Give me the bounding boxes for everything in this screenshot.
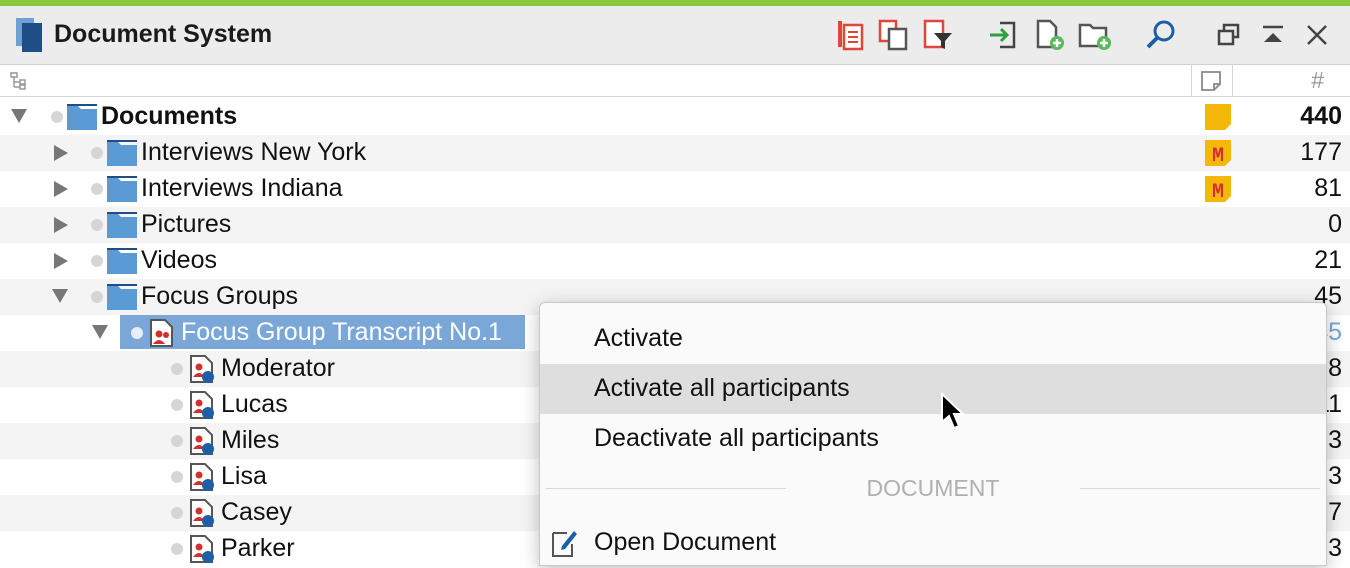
- menu-item-label: Open Document: [594, 528, 777, 556]
- participant-icon: [190, 535, 214, 563]
- tree-row-label: Miles: [221, 426, 280, 454]
- participant-icon: [190, 391, 214, 419]
- expand-toggle-icon[interactable]: [54, 145, 68, 161]
- new-document-icon[interactable]: [1033, 18, 1067, 52]
- panel-header: Document System: [0, 6, 1350, 65]
- tree-row-count: 21: [1314, 246, 1342, 274]
- memo-m-icon[interactable]: M: [1204, 175, 1232, 203]
- menu-item-activate-all-participants[interactable]: Activate all participants: [540, 364, 1326, 414]
- activation-dot[interactable]: [131, 327, 143, 339]
- tree-row-count: 0: [1328, 210, 1342, 238]
- participant-icon: [190, 499, 214, 527]
- tree-row-label: Moderator: [221, 354, 335, 382]
- tree-view-icon[interactable]: [10, 72, 26, 90]
- context-menu: Activate Activate all participants Deact…: [539, 302, 1327, 566]
- menu-separator: [1080, 488, 1320, 489]
- svg-text:M: M: [1212, 181, 1224, 203]
- folder-icon: [107, 284, 137, 310]
- tree-row-label: Documents: [101, 102, 238, 130]
- copy-documents-icon[interactable]: [877, 18, 911, 52]
- menu-item-label: Activate: [594, 324, 683, 352]
- participant-icon: [190, 463, 214, 491]
- tree-row-count: 3: [1328, 462, 1342, 490]
- menu-item-label: Activate all participants: [594, 374, 850, 402]
- mouse-pointer-icon: [941, 392, 964, 430]
- focus-group-document-icon: [150, 319, 173, 347]
- participant-icon: [190, 427, 214, 455]
- expand-toggle-icon[interactable]: [92, 325, 108, 339]
- search-icon[interactable]: [1144, 18, 1178, 52]
- tree-row-label: Parker: [221, 534, 295, 562]
- tree-row-pictures[interactable]: Pictures 0: [0, 207, 1350, 243]
- expand-toggle-icon[interactable]: [54, 217, 68, 233]
- import-icon[interactable]: [986, 18, 1020, 52]
- document-system-icon: [16, 18, 42, 52]
- activation-dot[interactable]: [171, 399, 183, 411]
- column-separator: [1191, 65, 1192, 96]
- menu-item-activate[interactable]: Activate: [540, 314, 1326, 364]
- activation-dot[interactable]: [171, 507, 183, 519]
- activation-dot[interactable]: [91, 219, 103, 231]
- folder-icon: [107, 140, 137, 166]
- retrieve-documents-icon[interactable]: [833, 18, 867, 52]
- tree-row-count: 81: [1314, 174, 1342, 202]
- memo-column-icon[interactable]: [1200, 70, 1222, 92]
- activation-dot[interactable]: [171, 543, 183, 555]
- memo-m-icon[interactable]: M: [1204, 139, 1232, 167]
- folder-icon: [107, 248, 137, 274]
- tree-row-count: 177: [1300, 138, 1342, 166]
- collapse-icon[interactable]: [1256, 18, 1290, 52]
- activation-dot[interactable]: [171, 435, 183, 447]
- filter-documents-icon[interactable]: [921, 18, 955, 52]
- tree-row-label: Lisa: [221, 462, 267, 490]
- tree-row-count: 8: [1328, 354, 1342, 382]
- menu-item-open-document[interactable]: Open Document: [540, 518, 1326, 568]
- activation-dot[interactable]: [91, 147, 103, 159]
- svg-text:M: M: [1212, 145, 1224, 167]
- activation-dot[interactable]: [91, 255, 103, 267]
- tree-row-documents[interactable]: Documents 440: [0, 99, 1350, 135]
- expand-toggle-icon[interactable]: [54, 181, 68, 197]
- edit-document-icon: [552, 531, 577, 557]
- participant-icon: [190, 355, 214, 383]
- tree-row-label: Interviews New York: [141, 138, 367, 166]
- column-separator: [1232, 65, 1233, 96]
- memo-icon[interactable]: [1204, 103, 1232, 131]
- folder-icon: [107, 176, 137, 202]
- expand-toggle-icon[interactable]: [11, 109, 27, 123]
- tree-row-interviews-new-york[interactable]: Interviews New York M 177: [0, 135, 1350, 171]
- tree-row-count: 3: [1328, 534, 1342, 562]
- expand-toggle-icon[interactable]: [52, 289, 68, 303]
- tree-row-interviews-indiana[interactable]: Interviews Indiana M 81: [0, 171, 1350, 207]
- count-column-header[interactable]: #: [1311, 67, 1324, 94]
- close-icon[interactable]: [1300, 18, 1334, 52]
- tree-row-videos[interactable]: Videos 21: [0, 243, 1350, 279]
- tree-row-count: 3: [1328, 426, 1342, 454]
- activation-dot[interactable]: [171, 471, 183, 483]
- tree-row-label: Focus Group Transcript No.1: [181, 318, 502, 346]
- new-document-group-icon[interactable]: [1078, 18, 1112, 52]
- folder-icon: [67, 104, 97, 130]
- tree-row-count: 440: [1300, 102, 1342, 130]
- activation-dot[interactable]: [91, 291, 103, 303]
- tree-row-count: 7: [1328, 498, 1342, 526]
- panel-title: Document System: [54, 20, 273, 48]
- tree-row-label: Pictures: [141, 210, 232, 238]
- tree-row-label: Videos: [141, 246, 217, 274]
- activation-dot[interactable]: [171, 363, 183, 375]
- tree-row-label: Lucas: [221, 390, 288, 418]
- menu-item-deactivate-all-participants[interactable]: Deactivate all participants: [540, 414, 1326, 464]
- tree-row-label: Casey: [221, 498, 292, 526]
- menu-section-header: DOCUMENT: [540, 469, 1326, 509]
- activation-dot[interactable]: [91, 183, 103, 195]
- column-header: #: [0, 65, 1350, 97]
- tree-row-label: Focus Groups: [141, 282, 299, 310]
- activation-dot[interactable]: [51, 111, 63, 123]
- menu-item-label: Deactivate all participants: [594, 424, 879, 452]
- undock-icon[interactable]: [1212, 18, 1246, 52]
- folder-icon: [107, 212, 137, 238]
- tree-row-label: Interviews Indiana: [141, 174, 343, 202]
- expand-toggle-icon[interactable]: [54, 253, 68, 269]
